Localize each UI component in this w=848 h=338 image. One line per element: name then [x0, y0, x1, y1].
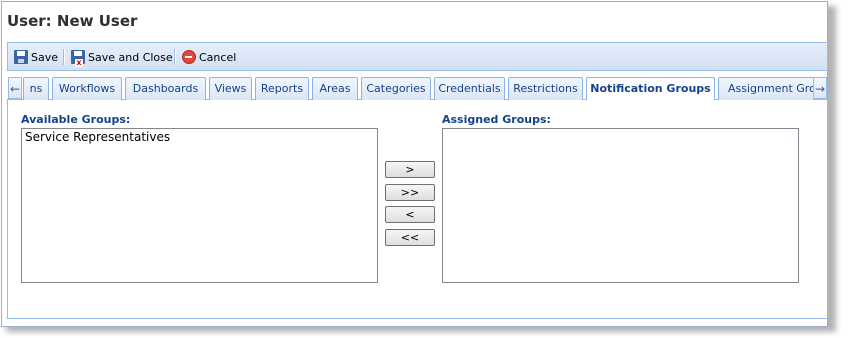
save-button[interactable]: Save [14, 48, 58, 66]
tab-scroll-right-button[interactable]: → [813, 77, 827, 99]
tab-label: Assignment Grou [728, 82, 813, 95]
tab-areas[interactable]: Areas [312, 77, 358, 100]
title-bar: User: New User [2, 2, 827, 42]
tab-label: Dashboards [132, 82, 199, 95]
toolbar: Save Save and Close Cancel [7, 42, 828, 71]
tab-label: Areas [319, 82, 351, 95]
available-groups-listbox[interactable]: Service Representatives [21, 128, 378, 283]
add-selected-button[interactable]: > [385, 161, 435, 178]
cancel-label: Cancel [199, 50, 237, 64]
tab-reports[interactable]: Reports [255, 77, 309, 100]
save-close-icon [71, 50, 85, 67]
list-item[interactable]: Service Representatives [22, 129, 377, 145]
tabs: ns Workflows Dashboards Views Reports Ar… [23, 77, 813, 100]
user-editor-window: User: New User Save Save and Close Cance… [1, 1, 828, 327]
tab-label: Categories [366, 82, 426, 95]
arrow-left-icon: ← [9, 82, 21, 96]
save-label: Save [31, 50, 59, 64]
tab-label: Restrictions [513, 82, 578, 95]
tab-permissions[interactable]: ns [23, 77, 49, 100]
cancel-icon [182, 50, 196, 64]
tab-label: Views [214, 82, 247, 95]
remove-selected-button[interactable]: < [385, 206, 435, 223]
tab-notification-groups[interactable]: Notification Groups [586, 77, 715, 100]
window-title: User: New User [7, 12, 138, 30]
toolbar-separator [63, 49, 65, 65]
toolbar-separator [174, 49, 176, 65]
available-groups-label: Available Groups: [21, 113, 131, 126]
tab-workflows[interactable]: Workflows [52, 77, 122, 100]
tab-credentials[interactable]: Credentials [434, 77, 505, 100]
tab-label: Reports [260, 82, 304, 95]
tab-label: Notification Groups [590, 82, 711, 95]
tab-views[interactable]: Views [209, 77, 252, 100]
tab-label: Workflows [58, 82, 116, 95]
tab-label: ns [29, 82, 43, 95]
add-all-button[interactable]: >> [385, 184, 435, 201]
assigned-groups-label: Assigned Groups: [442, 113, 551, 126]
remove-all-button[interactable]: << [385, 229, 435, 246]
tab-assignment-groups[interactable]: Assignment Grou [718, 77, 813, 100]
tab-restrictions[interactable]: Restrictions [508, 77, 583, 100]
assigned-groups-listbox[interactable] [442, 128, 799, 283]
save-and-close-button[interactable]: Save and Close [71, 48, 173, 67]
notification-groups-panel: Available Groups: Service Representative… [7, 100, 828, 319]
tab-scroll-left-button[interactable]: ← [8, 77, 22, 99]
tab-categories[interactable]: Categories [361, 77, 431, 100]
tab-strip: ← ns Workflows Dashboards Views Reports … [7, 74, 828, 100]
save-close-label: Save and Close [88, 50, 173, 64]
save-disk-icon [14, 50, 28, 64]
tab-dashboards[interactable]: Dashboards [125, 77, 206, 100]
cancel-button[interactable]: Cancel [182, 48, 236, 66]
arrow-right-icon: → [814, 82, 826, 96]
tab-label: Credentials [438, 82, 501, 95]
